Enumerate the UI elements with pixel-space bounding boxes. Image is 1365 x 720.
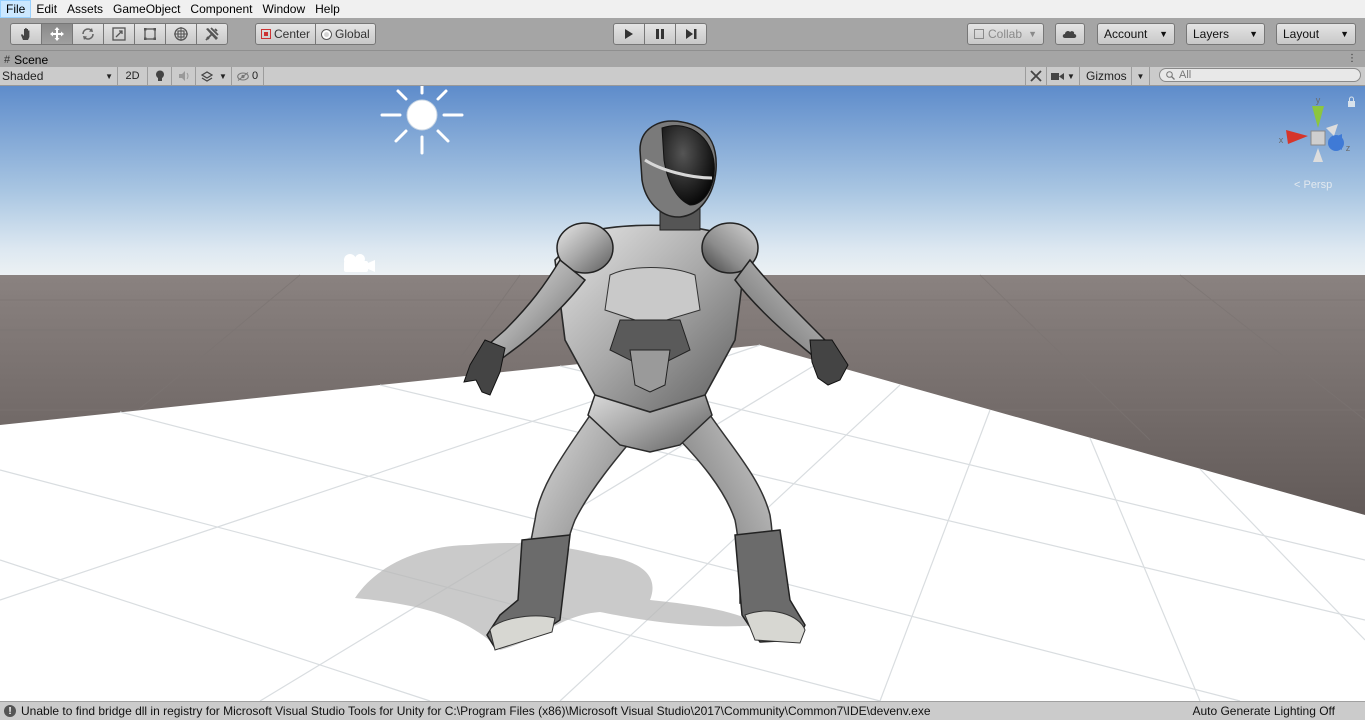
camera-settings-dropdown[interactable]: ▼: [1047, 67, 1080, 85]
pivot-global-button[interactable]: Global: [315, 23, 376, 45]
hidden-objects-toggle[interactable]: 0: [232, 67, 264, 85]
effects-dropdown[interactable]: ▼: [196, 67, 232, 85]
step-icon: [685, 29, 696, 39]
menu-edit[interactable]: Edit: [31, 0, 62, 18]
account-label: Account: [1104, 27, 1148, 41]
globe-icon: [321, 28, 333, 40]
crossed-tools-icon: [1030, 70, 1042, 82]
pause-icon: [656, 29, 664, 39]
scene-right-controls: ▼ Gizmos ▼: [1025, 67, 1150, 85]
pivot-global-label: Global: [335, 27, 370, 41]
pivot-toggles: Center Global: [255, 23, 376, 45]
scene-tab[interactable]: # Scene: [4, 52, 48, 67]
tab-options-icon[interactable]: ⋮: [1347, 53, 1357, 64]
tools-icon: [205, 27, 219, 41]
rotate-tool-button[interactable]: [72, 23, 104, 45]
speaker-icon: [178, 71, 188, 81]
status-bar: ! Unable to find bridge dll in registry …: [0, 701, 1365, 720]
step-button[interactable]: [675, 23, 707, 45]
scene-search-input[interactable]: All: [1159, 68, 1361, 82]
effects-dropdown-icon: ▼: [219, 71, 227, 81]
draw-mode-dropdown-icon: ▼: [105, 71, 113, 81]
scale-tool-button[interactable]: [103, 23, 135, 45]
account-dropdown-icon: ▼: [1159, 29, 1168, 39]
scene-grid-icon: #: [4, 53, 11, 66]
hidden-count-label: 0: [251, 70, 259, 82]
menu-file[interactable]: File: [0, 0, 32, 18]
menu-bar: File Edit Assets GameObject Component Wi…: [0, 0, 1365, 19]
axis-z-label: z: [1346, 143, 1351, 153]
gizmos-dropdown-icon: ▼: [1136, 71, 1145, 81]
cloud-icon: [1062, 30, 1077, 38]
menu-help[interactable]: Help: [310, 0, 345, 18]
toggle-2d-label: 2D: [125, 70, 140, 82]
account-dropdown[interactable]: Account ▼: [1097, 23, 1175, 45]
layout-dropdown-icon: ▼: [1340, 29, 1349, 39]
axis-x-label: x: [1279, 135, 1284, 145]
play-icon: [625, 29, 633, 39]
menu-component[interactable]: Component: [185, 0, 257, 18]
move-tool-button[interactable]: [41, 23, 73, 45]
menu-gameobject[interactable]: GameObject: [108, 0, 185, 18]
collab-button[interactable]: Collab ▼: [967, 23, 1044, 45]
draw-mode-label: Shaded: [2, 69, 44, 83]
draw-mode-dropdown[interactable]: Shaded ▼: [0, 67, 118, 85]
scene-toolbar: Shaded ▼ 2D ▼ 0 ▼ Gizmos ▼ All: [0, 67, 1365, 86]
scene-tools-toggle[interactable]: [1025, 67, 1047, 85]
collab-label: Collab: [988, 27, 1023, 41]
lighting-toggle[interactable]: [148, 67, 172, 85]
rotate-icon: [82, 28, 94, 40]
main-toolbar: Center Global Collab ▼ Account ▼ Layers …: [0, 18, 1365, 51]
rect-tool-button[interactable]: [134, 23, 166, 45]
layers-label: Layers: [1193, 27, 1230, 41]
layout-dropdown[interactable]: Layout ▼: [1276, 23, 1356, 45]
info-icon: !: [4, 705, 16, 717]
toggle-2d-button[interactable]: 2D: [118, 67, 148, 85]
scene-render: y x z < Persp: [0, 86, 1365, 701]
menu-assets[interactable]: Assets: [62, 0, 108, 18]
play-button[interactable]: [613, 23, 645, 45]
pivot-center-button[interactable]: Center: [255, 23, 317, 45]
camera-dropdown-icon: ▼: [1067, 71, 1075, 81]
pause-button[interactable]: [644, 23, 676, 45]
scene-search-placeholder: All: [1179, 69, 1192, 81]
hand-icon: [21, 28, 30, 40]
effects-layers-icon: [201, 71, 213, 82]
pivot-icon: [261, 29, 271, 39]
scene-tab-bar: # Scene ⋮: [0, 51, 1365, 67]
eye-slash-icon: [237, 71, 249, 81]
custom-tool-button[interactable]: [196, 23, 228, 45]
transform-tool-button[interactable]: [165, 23, 197, 45]
pivot-center-label: Center: [274, 27, 311, 41]
menu-window[interactable]: Window: [257, 0, 310, 18]
transform-icon: [174, 27, 188, 41]
search-icon: [1166, 70, 1175, 80]
scale-icon: [112, 27, 126, 41]
hand-tool-button[interactable]: [10, 23, 42, 45]
lightbulb-icon: [155, 70, 164, 81]
scene-tab-label: Scene: [14, 52, 49, 67]
status-message[interactable]: Unable to find bridge dll in registry fo…: [21, 704, 931, 718]
layers-dropdown[interactable]: Layers ▼: [1186, 23, 1265, 45]
layers-dropdown-icon: ▼: [1249, 29, 1258, 39]
layout-label: Layout: [1283, 27, 1320, 41]
gizmos-label: Gizmos: [1086, 69, 1127, 83]
cloud-button[interactable]: [1055, 23, 1085, 45]
rect-icon: [144, 28, 156, 40]
move-arrows-icon: [50, 27, 64, 41]
persp-label[interactable]: < Persp: [1294, 179, 1332, 191]
lighting-status[interactable]: Auto Generate Lighting Off: [1192, 704, 1335, 718]
collab-check-icon: [974, 29, 984, 39]
collab-dropdown-icon: ▼: [1028, 29, 1037, 39]
transform-tools: [10, 23, 228, 45]
audio-toggle[interactable]: [172, 67, 196, 85]
video-camera-icon: [1051, 72, 1065, 80]
playback-controls: [613, 23, 707, 45]
axis-y-label: y: [1316, 95, 1321, 105]
gizmos-dropdown[interactable]: ▼: [1132, 67, 1150, 85]
scene-viewport[interactable]: y x z < Persp: [0, 86, 1365, 701]
gizmos-button[interactable]: Gizmos: [1080, 67, 1132, 85]
